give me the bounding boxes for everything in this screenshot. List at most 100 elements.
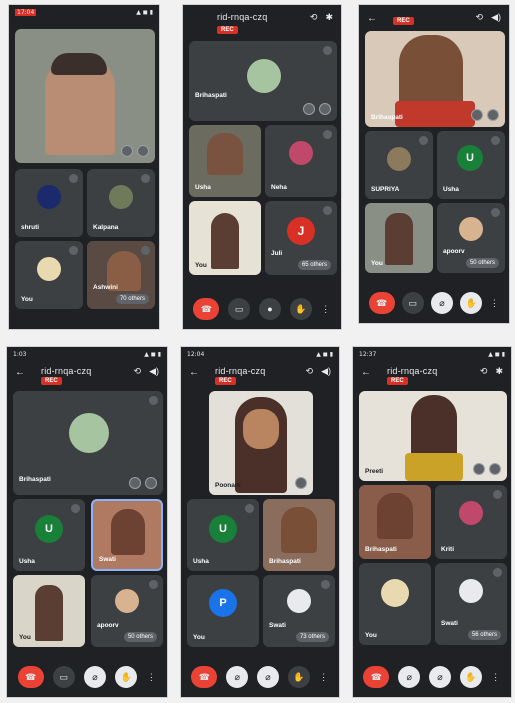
more-icon[interactable] <box>323 130 332 139</box>
more-icon[interactable] <box>323 46 332 55</box>
end-call-button[interactable]: ☎ <box>363 666 390 688</box>
pin-icon[interactable] <box>319 103 331 115</box>
end-call-button[interactable]: ☎ <box>193 298 220 320</box>
participant-tile[interactable]: Usha <box>189 125 261 197</box>
participant-tile-self[interactable]: You <box>13 575 85 647</box>
participant-tile-main[interactable]: Brihaspati <box>189 41 337 121</box>
participant-tile-others[interactable]: Ashwini 70 others <box>87 241 155 309</box>
mic-icon[interactable] <box>121 145 133 157</box>
back-arrow-icon[interactable]: ← <box>361 367 371 378</box>
camera-off-button[interactable]: ⌀ <box>398 666 421 688</box>
more-icon[interactable] <box>321 580 330 589</box>
others-count-badge[interactable]: 65 others <box>297 260 331 270</box>
participant-tile-self[interactable]: You <box>189 201 261 275</box>
more-icon[interactable] <box>491 136 500 145</box>
microphone-muted-button[interactable]: ⌀ <box>430 292 453 314</box>
more-icon[interactable] <box>149 580 158 589</box>
pin-icon[interactable] <box>489 463 501 475</box>
pin-icon[interactable] <box>137 145 149 157</box>
camera-button[interactable]: ▭ <box>401 292 424 314</box>
more-options-button[interactable]: ⋮ <box>319 666 329 688</box>
more-options-button[interactable]: ⋮ <box>321 298 331 320</box>
microphone-muted-button[interactable]: ⌀ <box>428 666 451 688</box>
more-icon[interactable] <box>71 504 80 513</box>
speaker-icon[interactable]: ◀) <box>149 366 159 377</box>
participant-tile[interactable]: SUPRIYA <box>365 131 433 199</box>
mic-icon[interactable] <box>473 463 485 475</box>
more-icon[interactable] <box>323 206 332 215</box>
speaker-icon[interactable]: ◀) <box>321 366 331 377</box>
switch-camera-icon[interactable]: ⟲ <box>476 12 484 23</box>
pin-icon[interactable] <box>487 109 499 121</box>
more-options-button[interactable]: ⋮ <box>491 666 501 688</box>
others-count-badge[interactable]: 50 others <box>465 258 499 268</box>
participant-tile[interactable]: shruti <box>15 169 83 237</box>
more-icon[interactable] <box>493 568 502 577</box>
more-options-button[interactable]: ⋮ <box>146 666 156 688</box>
end-call-button[interactable]: ☎ <box>191 666 218 688</box>
back-arrow-icon[interactable]: ← <box>189 367 199 378</box>
participant-tile-others[interactable]: apoorv 50 others <box>91 575 163 647</box>
participant-tile-main[interactable]: Preeti <box>359 391 507 481</box>
participant-tile[interactable]: U Usha <box>13 499 85 571</box>
end-call-button[interactable]: ☎ <box>17 666 44 688</box>
more-icon[interactable] <box>141 246 150 255</box>
participant-tile-self[interactable]: You <box>359 563 431 645</box>
microphone-muted-button[interactable]: ⌀ <box>83 666 106 688</box>
raise-hand-button[interactable]: ✋ <box>460 292 483 314</box>
back-arrow-icon[interactable]: ← <box>15 367 25 378</box>
bluetooth-icon[interactable]: ✱ <box>325 12 333 23</box>
speaker-icon[interactable]: ◀) <box>491 12 501 23</box>
participant-tile[interactable]: Brihaspati <box>359 485 431 559</box>
participant-tile-others[interactable]: apoorv 50 others <box>437 203 505 273</box>
switch-camera-icon[interactable]: ⟲ <box>306 366 314 377</box>
participant-tile-speaking[interactable]: Swati <box>91 499 163 571</box>
more-icon[interactable] <box>69 174 78 183</box>
others-count-badge[interactable]: 73 others <box>295 632 329 642</box>
microphone-muted-button[interactable]: ⌀ <box>256 666 279 688</box>
raise-hand-button[interactable]: ✋ <box>459 666 482 688</box>
others-count-badge[interactable]: 50 others <box>123 632 157 642</box>
others-count-badge[interactable]: 70 others <box>115 294 149 304</box>
participant-tile-main[interactable]: Poonam <box>209 391 313 495</box>
more-icon[interactable] <box>149 396 158 405</box>
camera-off-button[interactable]: ⌀ <box>226 666 249 688</box>
participant-tile-others[interactable]: J Juli 65 others <box>265 201 337 275</box>
more-icon[interactable] <box>141 174 150 183</box>
participant-tile[interactable]: Neha <box>265 125 337 197</box>
end-call-button[interactable]: ☎ <box>368 292 395 314</box>
more-icon[interactable] <box>491 208 500 217</box>
participant-tile-self[interactable]: You <box>15 241 83 309</box>
more-icon[interactable] <box>69 246 78 255</box>
more-icon[interactable] <box>493 490 502 499</box>
participant-tile[interactable]: Kriti <box>435 485 507 559</box>
camera-button[interactable]: ▭ <box>228 298 251 320</box>
meeting-code[interactable]: rid-rnqa-czq <box>387 366 437 376</box>
meeting-code[interactable]: rid-rnqa-czq <box>217 12 267 22</box>
meeting-code[interactable]: rid-rnqa-czq <box>215 366 265 376</box>
raise-hand-button[interactable]: ✋ <box>287 666 310 688</box>
bluetooth-icon[interactable]: ✱ <box>495 366 503 377</box>
more-icon[interactable] <box>419 136 428 145</box>
more-icon[interactable] <box>245 504 254 513</box>
raise-hand-button[interactable]: ✋ <box>289 298 312 320</box>
participant-tile[interactable]: Brihaspati <box>263 499 335 571</box>
raise-hand-button[interactable]: ✋ <box>115 666 138 688</box>
pin-icon[interactable] <box>145 477 157 489</box>
participant-tile[interactable]: U Usha <box>187 499 259 571</box>
pin-icon[interactable] <box>295 477 307 489</box>
microphone-button[interactable]: ● <box>258 298 281 320</box>
meeting-code[interactable]: rid-rnqa-czq <box>41 366 91 376</box>
participant-tile-self[interactable]: P You <box>187 575 259 647</box>
participant-tile-self[interactable]: You <box>365 203 433 273</box>
participant-tile-main[interactable] <box>15 29 155 163</box>
others-count-badge[interactable]: 56 others <box>467 630 501 640</box>
switch-camera-icon[interactable]: ⟲ <box>134 366 142 377</box>
participant-tile-main[interactable]: Brihaspati <box>13 391 163 495</box>
switch-camera-icon[interactable]: ⟲ <box>480 366 488 377</box>
mic-icon[interactable] <box>129 477 141 489</box>
participant-tile-main[interactable]: Brihaspati <box>365 31 505 127</box>
participant-tile[interactable]: U Usha <box>437 131 505 199</box>
participant-tile-others[interactable]: Swati 73 others <box>263 575 335 647</box>
more-options-button[interactable]: ⋮ <box>489 292 499 314</box>
